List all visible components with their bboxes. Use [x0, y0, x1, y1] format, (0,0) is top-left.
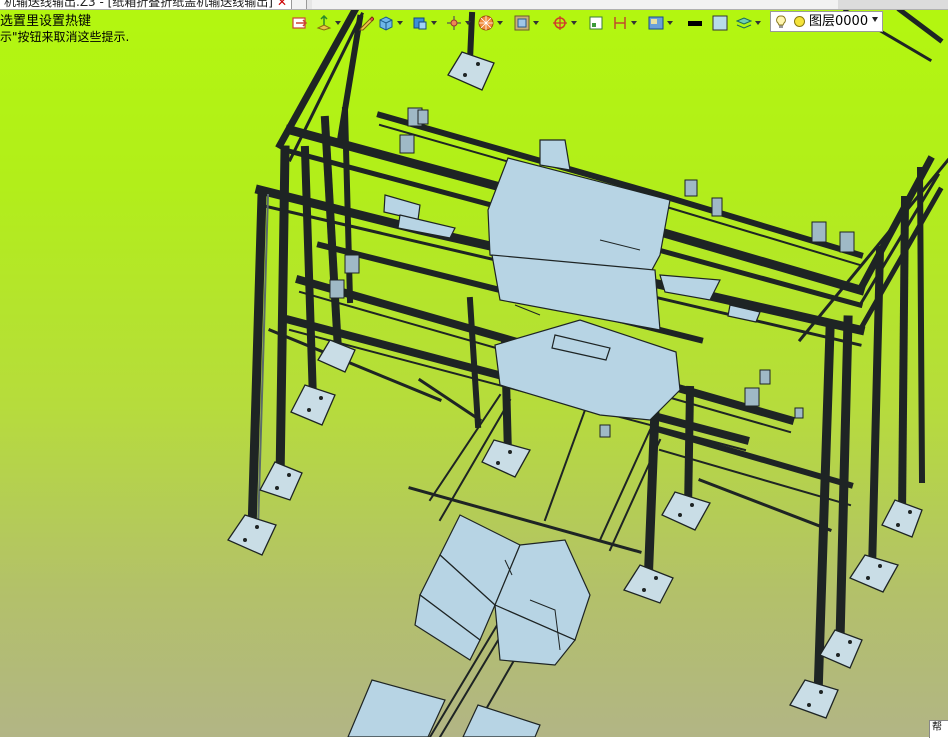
layer-name: 图层0000	[809, 14, 869, 29]
conveyor-frame-model	[227, 5, 948, 737]
document-tab-title: 机输送线输出.Z3 - [纸箱折叠折纸盖机输送线输出]	[4, 0, 273, 9]
help-label: 帮	[932, 722, 942, 733]
face-color-icon[interactable]	[712, 14, 728, 32]
cube-view-icon[interactable]	[412, 14, 437, 32]
plane-align-icon[interactable]	[292, 14, 308, 32]
3d-viewport[interactable]	[0, 0, 948, 737]
view-toolbar	[284, 10, 774, 36]
texture-icon[interactable]	[514, 14, 539, 32]
move-tool-icon[interactable]	[316, 14, 341, 32]
solid-box-icon[interactable]	[378, 14, 403, 32]
tab-strip-filler	[838, 0, 948, 9]
hotkey-hint: 选置里设置热键	[0, 14, 92, 29]
shaded-sphere-icon[interactable]	[478, 14, 503, 32]
render-mode-icon[interactable]	[648, 14, 673, 32]
pencil-sketch-icon[interactable]	[358, 14, 374, 32]
dismiss-hints-hint: 示"按钮来取消这些提示.	[0, 30, 130, 44]
line-color-icon[interactable]	[687, 14, 703, 32]
close-tab-icon[interactable]: ✕	[277, 0, 287, 9]
view-orient-icon[interactable]	[446, 14, 471, 32]
layer-select[interactable]: 图层0000	[770, 11, 883, 32]
document-tab-strip: 机输送线输出.Z3 - [纸箱折叠折纸盖机输送线输出] ✕	[0, 0, 948, 10]
snap-target-icon[interactable]	[552, 14, 577, 32]
lightbulb-icon[interactable]	[775, 15, 787, 29]
layer-color-icon[interactable]	[794, 16, 805, 27]
document-tab[interactable]: 机输送线输出.Z3 - [纸箱折叠折纸盖机输送线输出] ✕	[0, 0, 293, 9]
datum-icon[interactable]	[588, 14, 604, 32]
help-corner-widget[interactable]: 帮	[929, 720, 948, 738]
chevron-down-icon[interactable]	[872, 17, 878, 22]
next-tab[interactable]	[306, 0, 312, 9]
layers-icon[interactable]	[736, 14, 761, 32]
dimension-icon[interactable]	[612, 14, 637, 32]
